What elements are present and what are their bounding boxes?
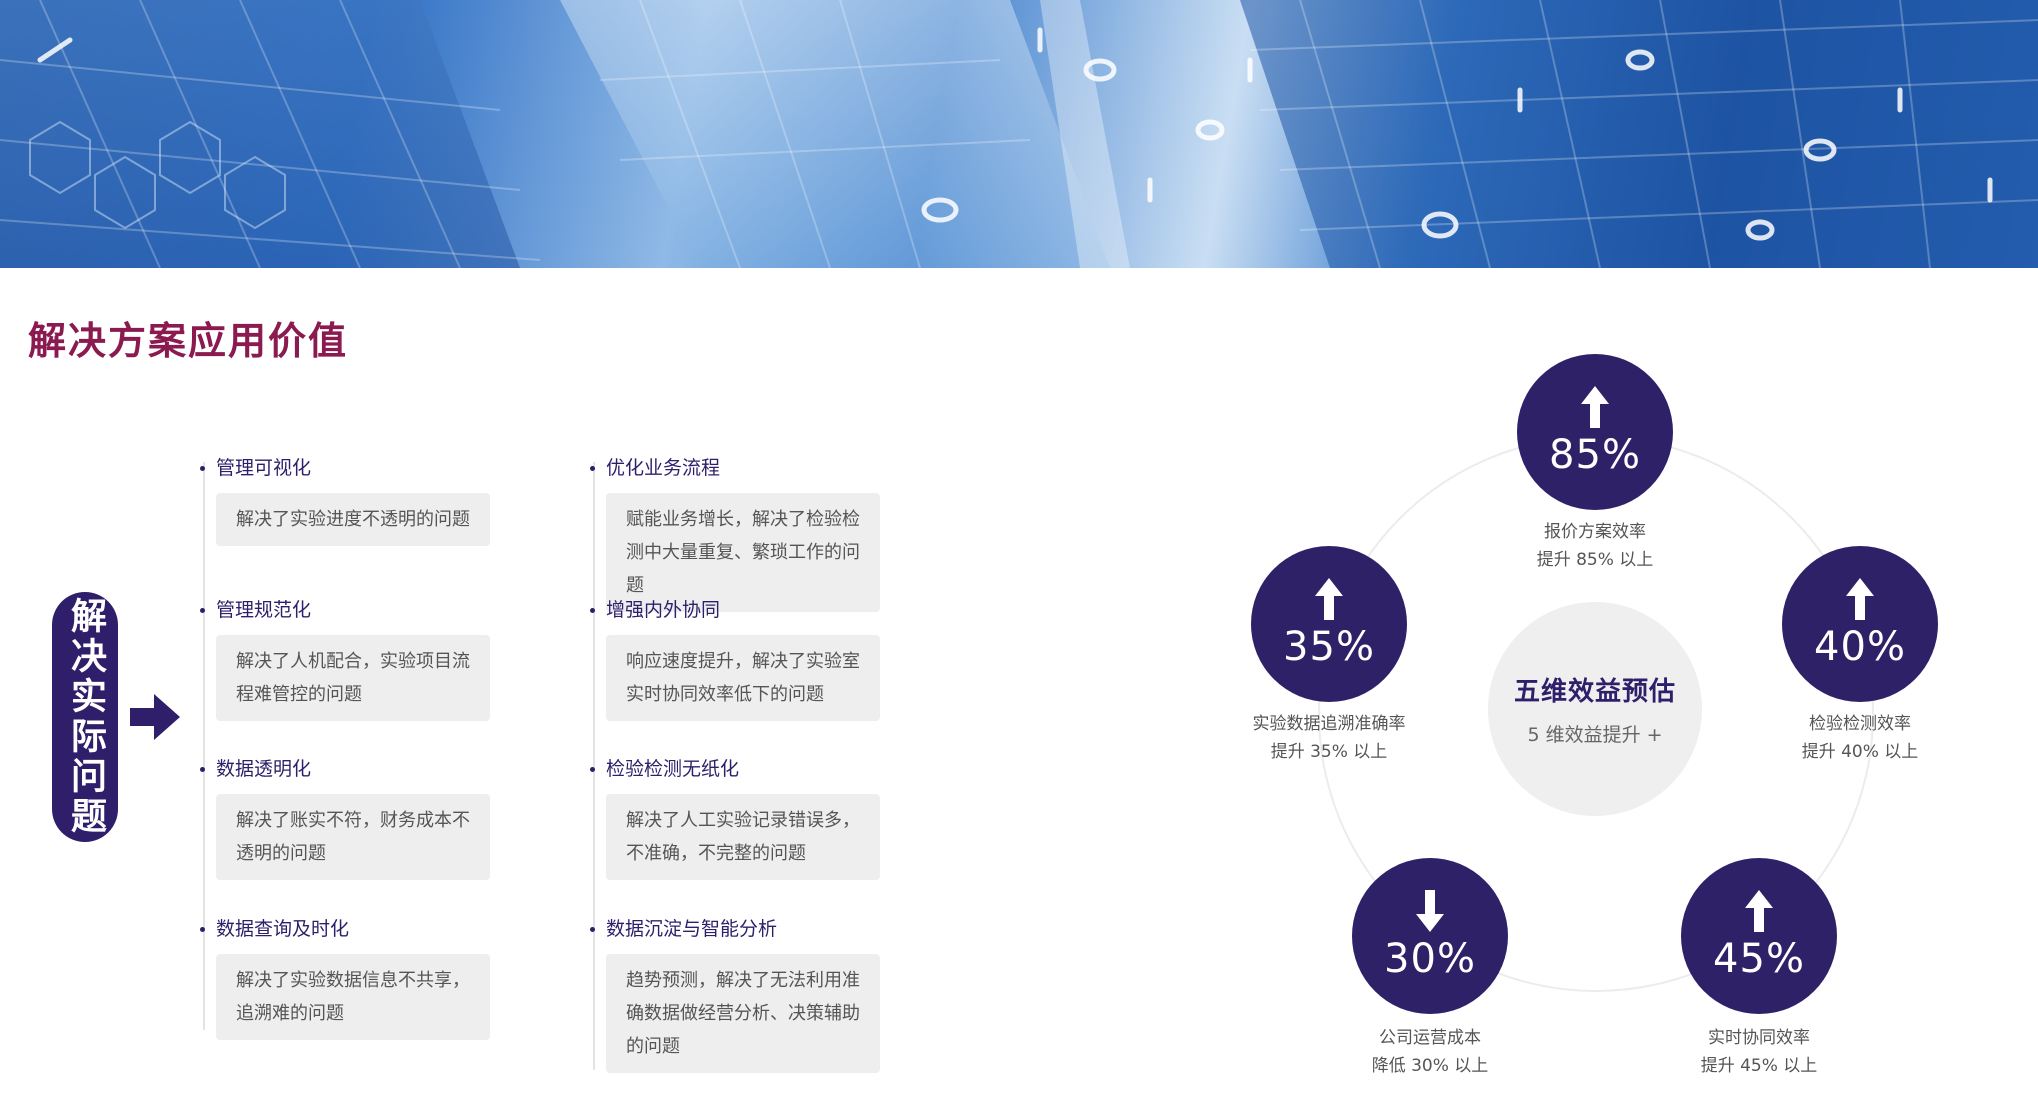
header-banner-image	[0, 0, 2038, 268]
item-description: 响应速度提升，解决了实验室实时协同效率低下的问题	[606, 635, 880, 721]
list-item: 优化业务流程 赋能业务增长，解决了检验检测中大量重复、繁琐工作的问题	[590, 455, 880, 612]
metric-value: 45%	[1713, 936, 1805, 982]
list-item: 数据沉淀与智能分析 趋势预测，解决了无法利用准确数据做经营分析、决策辅助的问题	[590, 916, 880, 1073]
metric-label-line2: 提升 40% 以上	[1801, 742, 1919, 762]
list-item: 数据透明化 解决了账实不符，财务成本不透明的问题	[200, 756, 490, 880]
item-title: 数据沉淀与智能分析	[590, 916, 880, 942]
metric-label-line1: 报价方案效率	[1544, 522, 1646, 542]
metric-label: 报价方案效率 提升 85% 以上	[1465, 518, 1725, 574]
metric-label-line2: 提升 35% 以上	[1270, 742, 1388, 762]
metric-label-line1: 公司运营成本	[1379, 1028, 1481, 1048]
metric-label: 检验检测效率 提升 40% 以上	[1730, 710, 1990, 766]
metric-value: 30%	[1384, 936, 1476, 982]
center-title: 五维效益预估	[1513, 677, 1676, 707]
list-item: 管理规范化 解决了人机配合，实验项目流程难管控的问题	[200, 597, 490, 721]
item-description: 解决了人机配合，实验项目流程难管控的问题	[216, 635, 490, 721]
metric-circle-operating-cost: 30%	[1352, 858, 1508, 1014]
center-subtitle: 5 维效益提升 +	[1527, 724, 1663, 746]
metric-label-line1: 检验检测效率	[1809, 714, 1911, 734]
city-skyline-illustration	[0, 0, 2038, 268]
metric-label: 实验数据追溯准确率 提升 35% 以上	[1199, 710, 1459, 766]
metric-value: 40%	[1814, 624, 1906, 670]
item-title: 管理可视化	[200, 455, 490, 481]
metric-circle-quote-efficiency: 85%	[1517, 354, 1673, 510]
item-title: 检验检测无纸化	[590, 756, 880, 782]
item-title: 优化业务流程	[590, 455, 880, 481]
arrow-up-icon	[1745, 890, 1773, 932]
center-summary: 五维效益预估 5 维效益提升 +	[1488, 602, 1702, 816]
list-item: 检验检测无纸化 解决了人工实验记录错误多，不准确，不完整的问题	[590, 756, 880, 880]
metric-label: 公司运营成本 降低 30% 以上	[1300, 1024, 1560, 1080]
item-title: 管理规范化	[200, 597, 490, 623]
metric-circle-traceability-accuracy: 35%	[1251, 546, 1407, 702]
metric-circle-inspection-efficiency: 40%	[1782, 546, 1938, 702]
metric-value: 35%	[1283, 624, 1375, 670]
metric-label-line2: 提升 45% 以上	[1700, 1056, 1818, 1076]
item-description: 趋势预测，解决了无法利用准确数据做经营分析、决策辅助的问题	[606, 954, 880, 1073]
list-item: 管理可视化 解决了实验进度不透明的问题	[200, 455, 490, 546]
list-item: 数据查询及时化 解决了实验数据信息不共享，追溯难的问题	[200, 916, 490, 1040]
item-title: 数据查询及时化	[200, 916, 490, 942]
solve-problems-pill: 解决实际问题	[52, 592, 118, 842]
arrow-up-icon	[1581, 386, 1609, 428]
pill-label: 解决实际问题	[65, 597, 106, 837]
metric-circle-collaboration-efficiency: 45%	[1681, 858, 1837, 1014]
metric-label: 实时协同效率 提升 45% 以上	[1629, 1024, 1889, 1080]
metric-label-line1: 实时协同效率	[1708, 1028, 1810, 1048]
item-description: 解决了人工实验记录错误多，不准确，不完整的问题	[606, 794, 880, 880]
item-description: 解决了实验进度不透明的问题	[216, 493, 490, 546]
page-title: 解决方案应用价值	[28, 319, 349, 363]
arrow-right-icon	[130, 694, 180, 740]
item-description: 解决了账实不符，财务成本不透明的问题	[216, 794, 490, 880]
list-item: 增强内外协同 响应速度提升，解决了实验室实时协同效率低下的问题	[590, 597, 880, 721]
arrow-up-icon	[1315, 578, 1343, 620]
item-description: 赋能业务增长，解决了检验检测中大量重复、繁琐工作的问题	[606, 493, 880, 612]
arrow-down-icon	[1416, 890, 1444, 932]
metric-label-line2: 降低 30% 以上	[1371, 1056, 1489, 1076]
item-title: 数据透明化	[200, 756, 490, 782]
item-title: 增强内外协同	[590, 597, 880, 623]
metric-value: 85%	[1549, 432, 1641, 478]
metric-label-line1: 实验数据追溯准确率	[1252, 714, 1406, 734]
metric-label-line2: 提升 85% 以上	[1536, 550, 1654, 570]
item-description: 解决了实验数据信息不共享，追溯难的问题	[216, 954, 490, 1040]
arrow-up-icon	[1846, 578, 1874, 620]
